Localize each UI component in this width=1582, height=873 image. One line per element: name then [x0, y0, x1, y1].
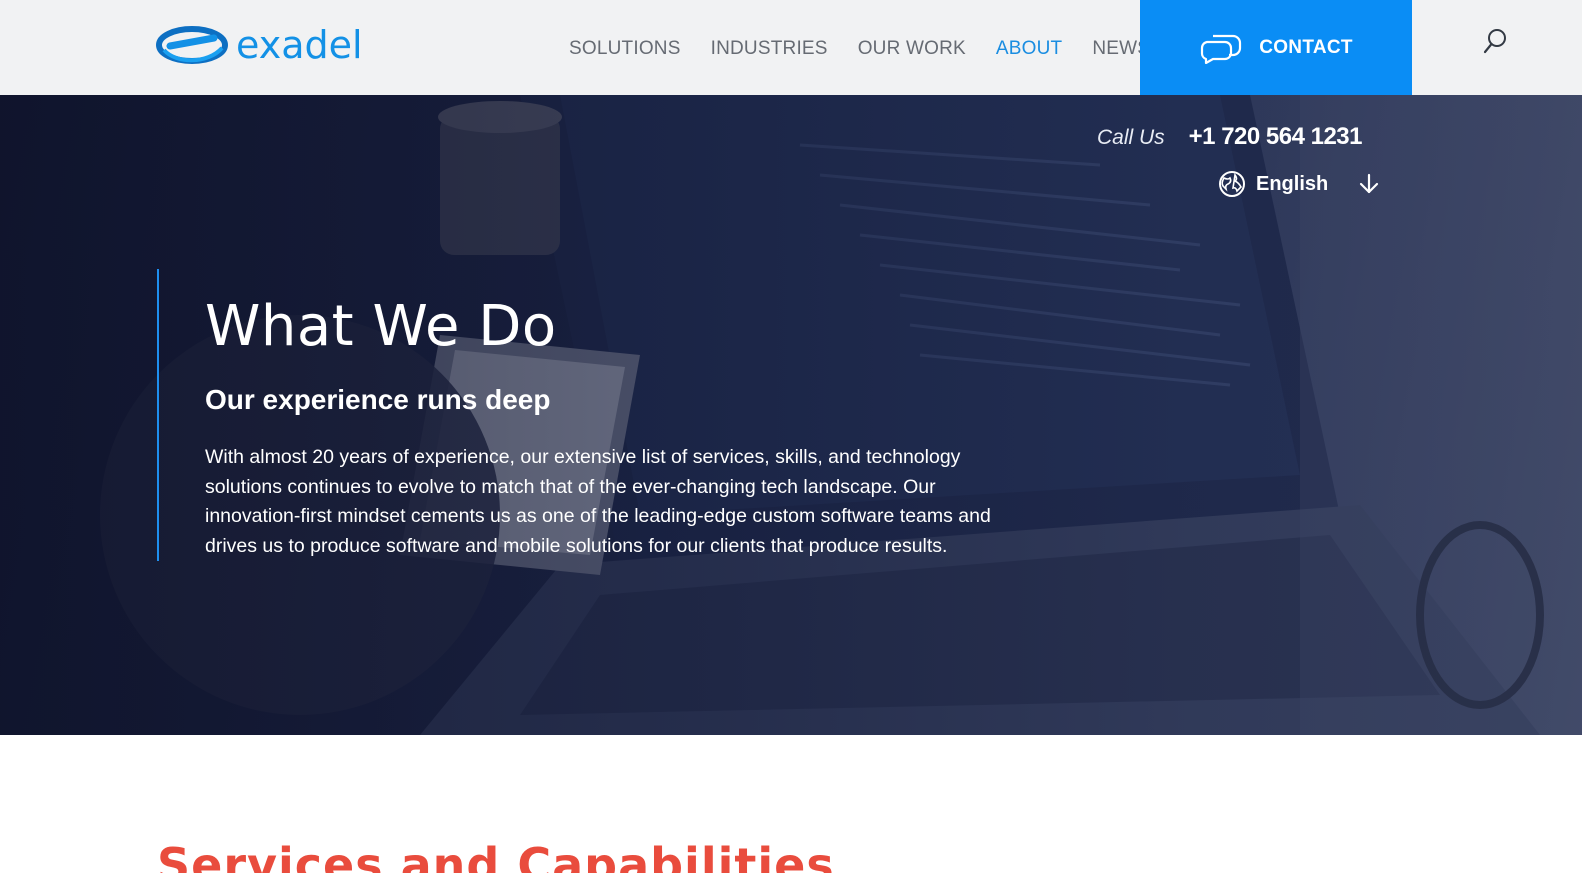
hero-section: Call Us +1 720 564 1231 English What We … — [0, 95, 1582, 735]
arrow-down-icon — [1360, 173, 1379, 194]
main-nav: SOLUTIONS INDUSTRIES OUR WORK ABOUT NEWS — [569, 36, 1150, 62]
language-label: English — [1256, 172, 1329, 195]
exadel-logo[interactable]: exadel — [156, 24, 376, 66]
call-us-row: Call Us +1 720 564 1231 — [1096, 123, 1363, 151]
contact-button[interactable]: CONTACT — [1140, 0, 1412, 95]
logo-wordmark: exadel — [236, 23, 363, 67]
hero-content: What We Do Our experience runs deep With… — [157, 269, 1057, 561]
contact-label: CONTACT — [1259, 36, 1353, 58]
nav-item-solutions[interactable]: SOLUTIONS — [569, 36, 681, 62]
hero-body-text: With almost 20 years of experience, our … — [205, 446, 991, 557]
nav-item-industries[interactable]: INDUSTRIES — [711, 36, 828, 62]
language-selector[interactable]: English — [1218, 170, 1380, 198]
services-section-title: Services and Capabilities — [157, 838, 835, 873]
page-title: What We Do — [205, 294, 557, 359]
exadel-logo-mark-icon — [156, 26, 228, 64]
globe-icon — [1219, 171, 1245, 197]
phone-number-link[interactable]: +1 720 564 1231 — [1189, 123, 1363, 151]
search-icon[interactable] — [1482, 28, 1508, 56]
hero-subtitle: Our experience runs deep — [205, 384, 551, 415]
nav-item-about[interactable]: ABOUT — [996, 36, 1062, 62]
site-header: exadel SOLUTIONS INDUSTRIES OUR WORK ABO… — [0, 0, 1582, 95]
chat-bubbles-icon — [1201, 34, 1242, 64]
call-us-label: Call Us — [1096, 126, 1165, 149]
nav-item-our-work[interactable]: OUR WORK — [858, 36, 966, 62]
